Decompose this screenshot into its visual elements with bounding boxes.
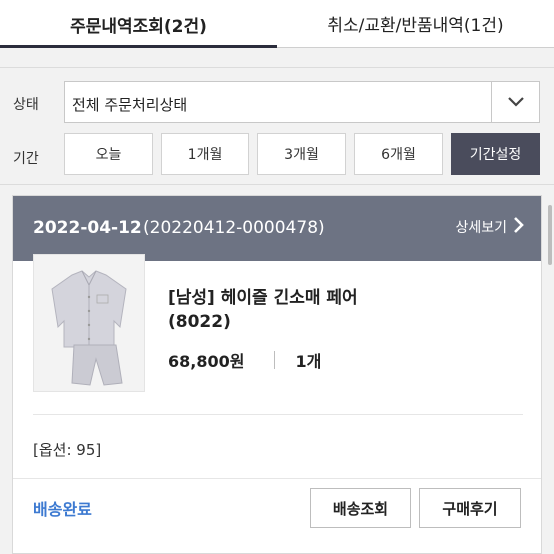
order-header: 2022-04-12 (20220412-0000478) 상세보기 [13, 196, 541, 261]
order-status-select[interactable]: 전체 주문처리상태 [64, 81, 540, 123]
order-number: (20220412-0000478) [143, 218, 325, 238]
detail-link-label: 상세보기 [455, 220, 507, 236]
period-label: 기간 [13, 151, 39, 167]
period-1month-button[interactable]: 1개월 [161, 133, 249, 175]
order-card: 2022-04-12 (20220412-0000478) 상세보기 [남성] … [12, 195, 542, 554]
product-price: 68,800원 [168, 352, 245, 371]
tab-cancel-exchange-return[interactable]: 취소/교환/반품내역(1건) [277, 0, 554, 48]
pajama-image [51, 270, 127, 386]
period-today-button[interactable]: 오늘 [64, 133, 153, 175]
product-quantity: 1개 [295, 352, 322, 371]
write-review-button[interactable]: 구매후기 [419, 488, 521, 528]
price-quantity-row: 68,800원 1개 [168, 348, 321, 372]
chevron-down-icon [491, 82, 539, 122]
chevron-right-icon [513, 216, 525, 238]
product-name[interactable]: [남성] 헤이즐 긴소매 페어 (8022) [168, 286, 398, 334]
order-detail-link[interactable]: 상세보기 [455, 216, 525, 238]
period-3month-button[interactable]: 3개월 [257, 133, 346, 175]
order-filter-panel: 상태 전체 주문처리상태 기간 오늘 1개월 3개월 6개월 기간설정 [0, 67, 554, 185]
scrollbar[interactable] [548, 205, 552, 265]
product-thumbnail[interactable] [33, 254, 145, 392]
product-option: [옵션: 95] [33, 441, 102, 459]
status-label: 상태 [13, 97, 39, 113]
period-custom-button[interactable]: 기간설정 [451, 133, 540, 175]
period-6month-button[interactable]: 6개월 [354, 133, 443, 175]
delivery-status: 배송완료 [33, 500, 92, 519]
order-date: 2022-04-12 [33, 218, 142, 238]
track-delivery-button[interactable]: 배송조회 [310, 488, 411, 528]
tab-order-history[interactable]: 주문내역조회(2건) [0, 0, 277, 48]
order-tabs: 주문내역조회(2건) 취소/교환/반품내역(1건) [0, 0, 554, 48]
order-status-value: 전체 주문처리상태 [72, 96, 188, 114]
divider [33, 414, 523, 415]
separator [274, 351, 276, 369]
divider [13, 478, 541, 479]
